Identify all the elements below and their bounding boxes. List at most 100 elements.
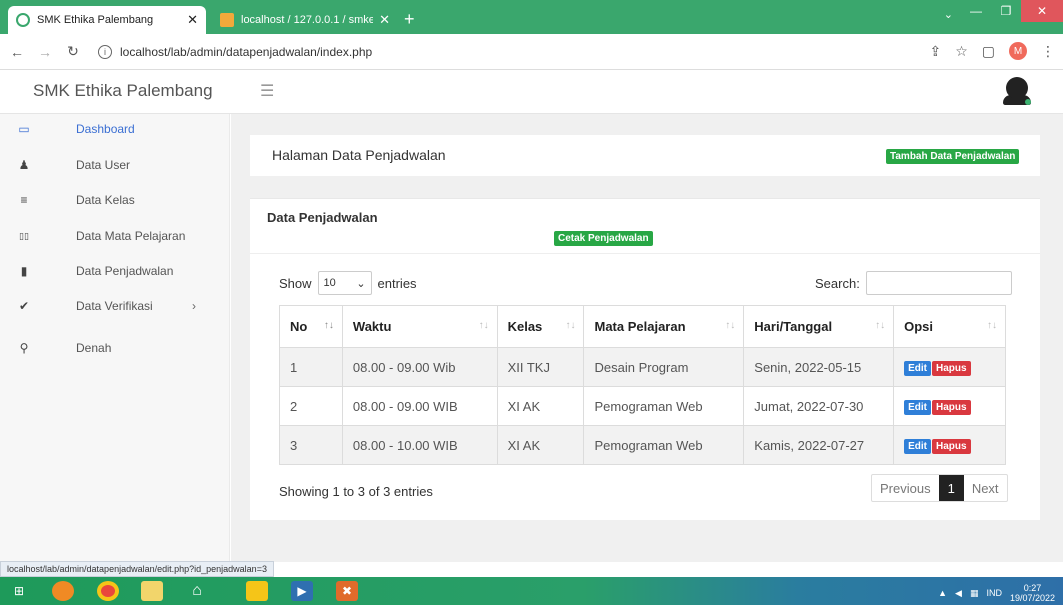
cell-mata-pelajaran: Pemograman Web [583, 425, 745, 465]
forward-arrow-icon[interactable]: → [34, 44, 56, 60]
delete-button[interactable]: Hapus [932, 438, 971, 454]
sidebar-item-data-verifikasi[interactable]: ✔ Data Verifikasi › [0, 291, 230, 321]
minimize-icon[interactable]: — [961, 0, 991, 22]
entries-length-control: Show 10 ⌄ entries [279, 271, 417, 295]
check-icon: ✔ [18, 299, 30, 313]
sort-icon: ↑↓ [323, 320, 334, 331]
search-label: Search: [815, 275, 860, 291]
sort-icon: ↑↓ [987, 320, 997, 331]
tab-smk-ethika[interactable]: SMK Ethika Palembang ✕ [8, 6, 206, 34]
laptop-icon: ▭ [18, 122, 30, 136]
delete-button[interactable]: Hapus [932, 399, 971, 415]
tab-search-chevron-icon[interactable]: ⌄ [944, 8, 953, 21]
close-window-icon[interactable]: ✕ [1021, 0, 1063, 22]
sidebar-item-label: Dashboard [76, 122, 135, 136]
windows-start-icon[interactable]: ⊞ [8, 581, 30, 601]
url-field[interactable]: localhost/lab/admin/datapenjadwalan/inde… [120, 45, 372, 59]
entries-select[interactable]: 10 ⌄ [317, 271, 372, 295]
column-header-waktu[interactable]: Waktu ↑↓ [341, 305, 498, 348]
sidebar-item-data-kelas[interactable]: ≡ Data Kelas [0, 185, 230, 215]
table-info-text: Showing 1 to 3 of 3 entries [279, 484, 433, 499]
xampp-icon[interactable]: ✖ [336, 581, 358, 601]
more-menu-icon[interactable]: ⋮ [1041, 43, 1055, 60]
book-icon: ▯▯ [19, 230, 29, 241]
sidebar-item-data-user[interactable]: ♟ Data User [0, 150, 230, 180]
profile-avatar[interactable]: M [1009, 42, 1027, 60]
sort-icon: ↑↓ [875, 320, 886, 331]
sort-icon: ↑↓ [565, 320, 576, 331]
search-input[interactable] [865, 271, 1012, 295]
media-player-icon[interactable]: ▶ [291, 581, 313, 601]
close-tab-icon[interactable]: ✕ [187, 12, 198, 28]
tab-title: localhost / 127.0.0.1 / smkethika [241, 14, 374, 26]
previous-page-button[interactable]: Previous [872, 475, 939, 501]
back-arrow-icon[interactable]: ← [6, 44, 28, 60]
edit-button[interactable]: Edit [904, 399, 931, 415]
cell-kelas: XI AK [496, 425, 585, 465]
maximize-icon[interactable]: ❐ [991, 0, 1021, 22]
new-tab-button[interactable]: + [404, 9, 415, 30]
chevron-down-icon: ⌄ [356, 277, 366, 290]
page-1-button[interactable]: 1 [938, 475, 964, 501]
cell-opsi: Edit Hapus [893, 347, 1006, 387]
cell-waktu: 08.00 - 09.00 Wib [341, 347, 498, 387]
site-favicon-icon [16, 13, 30, 27]
edit-button[interactable]: Edit [904, 438, 931, 454]
column-header-mata-pelajaran[interactable]: Mata Pelajaran ↑↓ [583, 305, 745, 348]
notes-app-icon[interactable] [246, 581, 268, 601]
user-avatar-icon[interactable] [1003, 75, 1033, 107]
sidebar: ▭ Dashboard ♟ Data User ≡ Data Kelas ▯▯ … [0, 114, 230, 562]
network-icon[interactable]: ▦ [970, 588, 979, 599]
cell-opsi: Edit Hapus [893, 386, 1006, 426]
sidebar-item-label: Data Mata Pelajaran [76, 229, 186, 243]
brand-title[interactable]: SMK Ethika Palembang [33, 81, 213, 101]
delete-button[interactable]: Hapus [932, 360, 971, 376]
map-pin-icon: ⚲ [19, 341, 29, 355]
cell-hari-tanggal: Jumat, 2022-07-30 [743, 386, 895, 426]
edit-button[interactable]: Edit [904, 360, 931, 376]
file-icon: ▮ [20, 264, 28, 278]
next-page-button[interactable]: Next [964, 475, 1007, 501]
sidebar-item-label: Denah [76, 341, 112, 355]
chrome-icon[interactable] [97, 581, 119, 601]
card-title: Data Penjadwalan [267, 210, 378, 225]
column-header-kelas[interactable]: Kelas ↑↓ [496, 305, 585, 348]
column-header-hari-tanggal[interactable]: Hari/Tanggal ↑↓ [743, 305, 895, 348]
bookmark-star-icon[interactable]: ☆ [955, 43, 968, 60]
home-icon[interactable]: ⌂ [186, 581, 208, 601]
sidebar-item-data-penjadwalan[interactable]: ▮ Data Penjadwalan [0, 256, 230, 286]
sidebar-item-data-mata-pelajaran[interactable]: ▯▯ Data Mata Pelajaran [0, 221, 230, 251]
language-indicator[interactable]: IND [986, 588, 1002, 598]
sidebar-item-dashboard[interactable]: ▭ Dashboard [0, 114, 230, 144]
sidebar-item-label: Data Verifikasi [76, 299, 153, 313]
reload-icon[interactable]: ↻ [62, 43, 84, 60]
share-icon[interactable]: ⇪ [929, 43, 941, 60]
card-divider [250, 253, 1040, 254]
sort-icon: ↑↓ [725, 320, 736, 331]
side-panel-icon[interactable]: ▢ [982, 43, 995, 60]
add-schedule-button[interactable]: Tambah Data Penjadwalan [886, 149, 1020, 164]
firefox-icon[interactable] [52, 581, 74, 601]
print-schedule-button[interactable]: Cetak Penjadwalan [554, 231, 653, 246]
table-row: 1 08.00 - 09.00 Wib XII TKJ Desain Progr… [279, 347, 1006, 387]
tab-phpmyadmin[interactable]: localhost / 127.0.0.1 / smkethika ✕ [212, 6, 398, 34]
user-icon: ♟ [18, 158, 30, 172]
tray-chevron-up-icon[interactable]: ▲ [938, 588, 947, 598]
column-header-opsi[interactable]: Opsi ↑↓ [893, 305, 1006, 348]
page-header-card: Halaman Data Penjadwalan Tambah Data Pen… [250, 135, 1040, 176]
hamburger-menu-icon[interactable]: ☰ [260, 81, 274, 101]
column-header-no[interactable]: No ↑↓ [279, 305, 343, 348]
cell-kelas: XI AK [496, 386, 585, 426]
close-tab-icon[interactable]: ✕ [379, 12, 390, 28]
cell-no: 3 [279, 425, 343, 465]
entries-label: entries [377, 275, 417, 291]
file-explorer-icon[interactable] [141, 581, 163, 601]
show-label: Show [279, 275, 312, 291]
main-content: Halaman Data Penjadwalan Tambah Data Pen… [231, 114, 1063, 578]
volume-icon[interactable]: ◀ [955, 588, 962, 599]
site-info-icon[interactable]: i [98, 44, 112, 59]
cell-kelas: XII TKJ [496, 347, 585, 387]
clock[interactable]: 0:27 19/07/2022 [1010, 583, 1055, 603]
sidebar-item-denah[interactable]: ⚲ Denah [0, 333, 230, 363]
page-title: Halaman Data Penjadwalan [272, 147, 446, 163]
